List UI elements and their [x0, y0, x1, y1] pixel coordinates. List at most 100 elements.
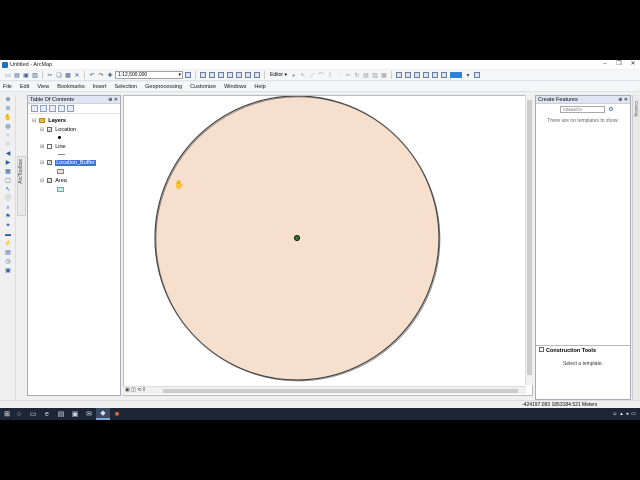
- notification-icon[interactable]: ▭: [631, 411, 636, 417]
- map-scale-combobox[interactable]: 1:12,500,000: [115, 71, 183, 79]
- file-explorer-icon[interactable]: ▤: [54, 408, 68, 420]
- close-button[interactable]: ✕: [626, 60, 640, 69]
- new-map-icon[interactable]: ▭: [4, 71, 12, 79]
- collapse-icon[interactable]: ⊟: [40, 160, 44, 166]
- sketch-properties-icon[interactable]: ▥: [371, 71, 379, 79]
- point-icon[interactable]: ∙: [335, 71, 343, 79]
- georef-icon-3[interactable]: [413, 71, 421, 79]
- create-features-pin-close[interactable]: ⊕ ✕: [618, 96, 628, 104]
- search-icon[interactable]: ○: [12, 408, 26, 420]
- layer-visibility-checkbox[interactable]: [47, 144, 53, 149]
- menu-view[interactable]: View: [37, 84, 49, 90]
- powerpoint-taskbar-icon[interactable]: ■: [110, 408, 124, 420]
- georef-icon-2[interactable]: [404, 71, 412, 79]
- editor-menu-button[interactable]: Editor ▾: [268, 71, 289, 79]
- maximize-button[interactable]: ❐: [612, 60, 626, 69]
- right-dock-strip[interactable]: Catalog: [632, 95, 640, 400]
- select-elements-icon[interactable]: ↖: [4, 186, 12, 194]
- create-viewer-icon[interactable]: ▣: [4, 267, 12, 275]
- map-canvas[interactable]: ✋: [124, 96, 533, 396]
- modelbuilder-icon[interactable]: [253, 71, 261, 79]
- open-icon[interactable]: ▤: [13, 71, 21, 79]
- editor-toolbar-icon[interactable]: [199, 71, 207, 79]
- layout-icon[interactable]: [184, 71, 192, 79]
- pan-icon[interactable]: ✋: [4, 114, 12, 122]
- color-swatch-icon[interactable]: [449, 71, 463, 79]
- measure-icon[interactable]: ▬: [4, 231, 12, 239]
- paste-icon[interactable]: ▦: [64, 71, 72, 79]
- layer-visibility-checkbox[interactable]: ✓: [47, 160, 53, 165]
- toc-options-icon[interactable]: [67, 105, 74, 112]
- layout-view-buttons[interactable]: ▣ ◫ ⟲ ‖: [125, 387, 145, 393]
- map-vertical-scrollbar[interactable]: [525, 95, 533, 385]
- fixed-zoom-in-icon[interactable]: ⁘: [4, 132, 12, 140]
- network-icon[interactable]: ▴: [620, 411, 623, 417]
- straight-segment-icon[interactable]: ／: [308, 71, 316, 80]
- people-icon[interactable]: ☺: [612, 411, 617, 417]
- cut-icon[interactable]: ✂: [46, 71, 54, 79]
- line-symbol[interactable]: [58, 151, 65, 158]
- collapse-icon[interactable]: ⊟: [40, 127, 44, 133]
- menu-edit[interactable]: Edit: [20, 84, 29, 90]
- search-window-icon[interactable]: [226, 71, 234, 79]
- python-window-icon[interactable]: [244, 71, 252, 79]
- mail-icon[interactable]: ✉: [82, 408, 96, 420]
- toc-layer-line[interactable]: ⊞ Line: [40, 143, 66, 150]
- horizontal-scroll-thumb[interactable]: [163, 389, 518, 393]
- menu-help[interactable]: Help: [254, 84, 265, 90]
- trace-icon[interactable]: ⌇: [326, 71, 334, 79]
- time-slider-icon[interactable]: ◷: [4, 258, 12, 266]
- collapse-icon[interactable]: ⊟: [40, 178, 44, 184]
- select-by-rectangle-icon[interactable]: ▦: [4, 168, 12, 176]
- rotate-icon[interactable]: ↻: [353, 71, 361, 79]
- toc-layers-root[interactable]: ⊟ Layers: [32, 117, 66, 124]
- dropdown-arrow-icon[interactable]: ▾: [464, 71, 472, 79]
- back-extent-icon[interactable]: ◀: [4, 150, 12, 158]
- task-view-icon[interactable]: ▭: [26, 408, 40, 420]
- store-icon[interactable]: ▣: [68, 408, 82, 420]
- clear-selection-icon[interactable]: ▢: [4, 177, 12, 185]
- list-by-selection-icon[interactable]: [58, 105, 65, 112]
- toc-pin-close[interactable]: ⊕ ✕: [108, 96, 118, 104]
- catalog-tab-label[interactable]: Catalog: [634, 101, 639, 117]
- zoom-in-icon[interactable]: ⊕: [4, 96, 12, 104]
- windows-start-icon[interactable]: ⊞: [2, 408, 12, 420]
- arcmap-taskbar-icon[interactable]: ◆: [96, 408, 110, 420]
- find-route-icon[interactable]: ⚑: [4, 213, 12, 221]
- georef-icon-4[interactable]: [422, 71, 430, 79]
- fixed-zoom-out-icon[interactable]: ⁙: [4, 141, 12, 149]
- toc-layer-location-buffer[interactable]: ⊟ ✓ Location_Buffer: [40, 159, 96, 166]
- search-options-icon[interactable]: ⚙: [607, 105, 615, 113]
- menu-selection[interactable]: Selection: [114, 84, 137, 90]
- georef-icon-1[interactable]: [395, 71, 403, 79]
- vertical-scroll-thumb[interactable]: [527, 100, 532, 375]
- menu-insert[interactable]: Insert: [93, 84, 107, 90]
- save-icon[interactable]: ▣: [22, 71, 30, 79]
- attributes-icon[interactable]: ▤: [362, 71, 370, 79]
- arctoolbox-side-tab[interactable]: ArcToolbox: [17, 156, 26, 216]
- identify-icon[interactable]: ⓘ: [4, 195, 12, 203]
- location-point-marker[interactable]: [293, 234, 300, 241]
- edge-browser-icon[interactable]: e: [40, 408, 54, 420]
- hyperlink-icon[interactable]: ⚡: [4, 240, 12, 248]
- menu-file[interactable]: File: [3, 84, 12, 90]
- redo-icon[interactable]: ↷: [97, 71, 105, 79]
- arctoolbox-icon[interactable]: [235, 71, 243, 79]
- map-horizontal-scrollbar[interactable]: ▣ ◫ ⟲ ‖: [123, 386, 526, 394]
- volume-icon[interactable]: ◂: [626, 411, 629, 417]
- delete-icon[interactable]: ✕: [73, 71, 81, 79]
- find-icon[interactable]: ⌕: [4, 204, 12, 212]
- layer-visibility-checkbox[interactable]: ✓: [47, 178, 53, 183]
- goto-xy-icon[interactable]: ✦: [4, 222, 12, 230]
- map-display[interactable]: ✋: [123, 95, 533, 396]
- split-icon[interactable]: ✂: [344, 71, 352, 79]
- toc-window-icon[interactable]: [208, 71, 216, 79]
- more-tools-icon[interactable]: [473, 71, 481, 79]
- construction-divider[interactable]: [536, 345, 630, 346]
- expand-icon[interactable]: ⊞: [40, 144, 44, 150]
- create-features-icon[interactable]: ▦: [380, 71, 388, 79]
- print-icon[interactable]: ▥: [31, 71, 39, 79]
- undo-icon[interactable]: ↶: [88, 71, 96, 79]
- toc-layer-area[interactable]: ⊟ ✓ Area: [40, 177, 67, 184]
- edit-annotation-icon[interactable]: ↖: [299, 71, 307, 79]
